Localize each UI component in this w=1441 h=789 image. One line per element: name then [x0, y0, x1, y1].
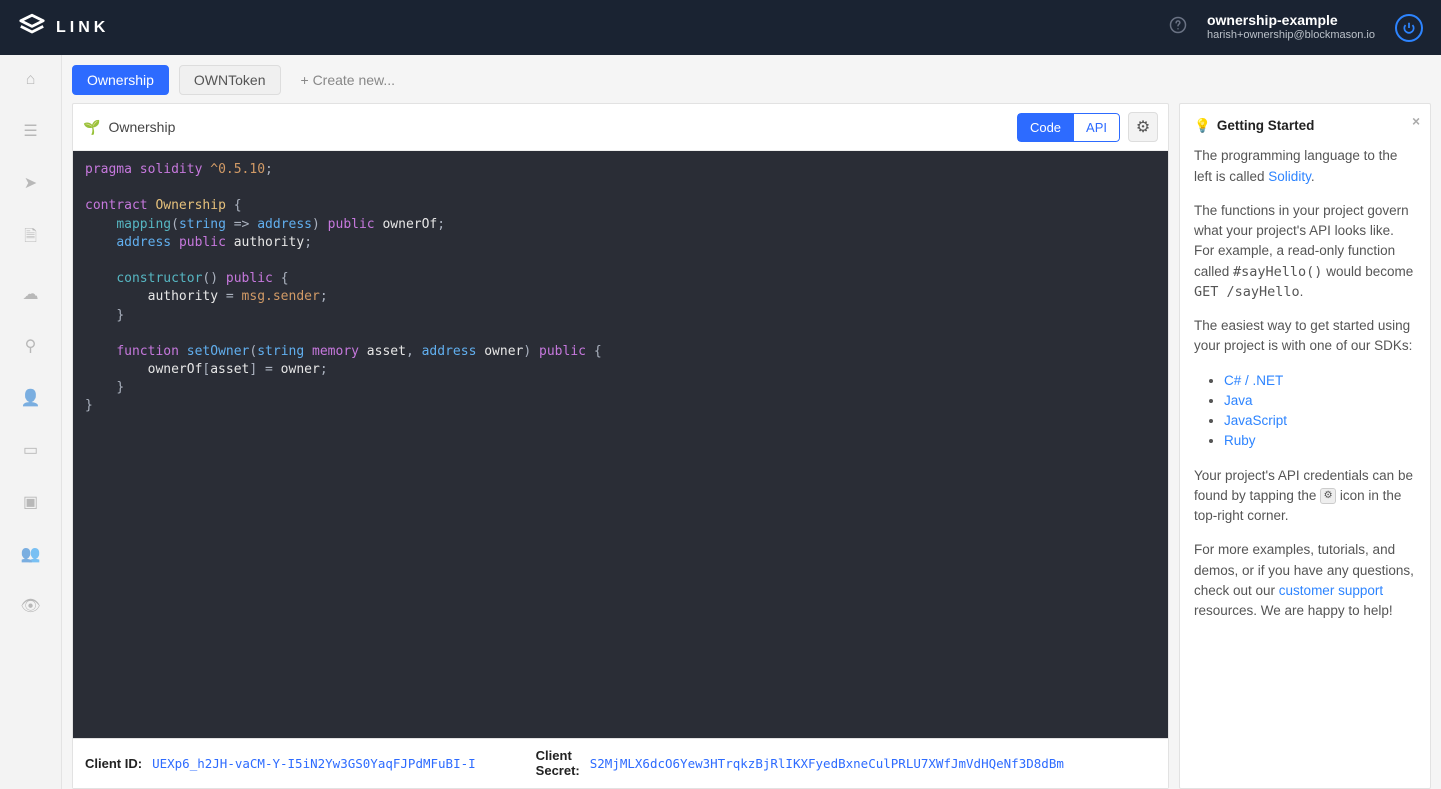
- user-icon[interactable]: 👤: [21, 388, 41, 408]
- gear-icon: ⚙: [1136, 117, 1150, 137]
- panel-title: Getting Started: [1217, 116, 1315, 136]
- gear-icon: ⚙: [1320, 488, 1336, 504]
- view-toggle: Code API: [1017, 113, 1120, 142]
- create-new-button[interactable]: + Create new...: [291, 66, 406, 94]
- client-id-value[interactable]: UEXp6_h2JH-vaCM-Y-I5iN2Yw3GS0YaqFJPdMFuB…: [152, 756, 476, 771]
- wallet-icon[interactable]: ▭: [23, 440, 38, 460]
- help-icon[interactable]: [1169, 16, 1187, 39]
- cloud-icon[interactable]: ☁: [23, 284, 39, 304]
- client-secret-label: Client Secret:: [536, 749, 580, 778]
- rocket-icon[interactable]: ➤: [24, 173, 37, 193]
- tab-owntoken[interactable]: OWNToken: [179, 65, 281, 95]
- sdk-link[interactable]: C# / .NET: [1224, 373, 1283, 388]
- credentials-bar: Client ID: UEXp6_h2JH-vaCM-Y-I5iN2Yw3GS0…: [73, 738, 1168, 788]
- project-tabs: Ownership OWNToken + Create new...: [72, 65, 1431, 103]
- sidebar-nav: ⌂ ☰ ➤ 🗎 ☁ ⚲ 👤 ▭ ▣ 👥 👁: [0, 55, 62, 789]
- editor-title: Ownership: [108, 119, 175, 135]
- stack-icon[interactable]: ☰: [23, 121, 37, 141]
- home-icon[interactable]: ⌂: [26, 71, 36, 89]
- client-secret-value[interactable]: S2MjMLX6dcO6Yew3HTrqkzBjRlIKXFyedBxneCul…: [590, 756, 1064, 771]
- account-email: harish+ownership@blockmason.io: [1207, 29, 1375, 43]
- users-icon[interactable]: 👥: [21, 544, 41, 564]
- sdk-list: C# / .NET Java JavaScript Ruby: [1224, 371, 1416, 452]
- link-logo-icon: [18, 11, 46, 44]
- code-view-button[interactable]: Code: [1017, 113, 1073, 142]
- card-icon[interactable]: ▣: [23, 492, 38, 512]
- tab-ownership[interactable]: Ownership: [72, 65, 169, 95]
- sdk-link[interactable]: Java: [1224, 393, 1253, 408]
- settings-button[interactable]: ⚙: [1128, 112, 1158, 142]
- plug-icon[interactable]: ⚲: [25, 336, 37, 356]
- app-header: LINK ownership-example harish+ownership@…: [0, 0, 1441, 55]
- sdk-link[interactable]: JavaScript: [1224, 413, 1287, 428]
- api-view-button[interactable]: API: [1073, 113, 1120, 142]
- code-editor[interactable]: pragma solidity ^0.5.10; contract Owners…: [73, 151, 1168, 738]
- project-icon: 🌱: [83, 119, 100, 136]
- brand: LINK: [18, 11, 109, 44]
- power-button[interactable]: [1395, 14, 1423, 42]
- sdk-link[interactable]: Ruby: [1224, 433, 1256, 448]
- brand-text: LINK: [56, 19, 109, 37]
- eye-icon[interactable]: 👁: [20, 596, 40, 616]
- editor-panel: 🌱 Ownership Code API ⚙ pragma solidity ^…: [72, 103, 1169, 789]
- lightbulb-icon: 💡: [1194, 116, 1211, 136]
- solidity-link[interactable]: Solidity: [1268, 169, 1311, 184]
- getting-started-panel: × 💡Getting Started The programming langu…: [1179, 103, 1431, 789]
- client-id-label: Client ID:: [85, 756, 142, 771]
- account-info[interactable]: ownership-example harish+ownership@block…: [1207, 12, 1375, 43]
- account-name: ownership-example: [1207, 12, 1375, 30]
- support-link[interactable]: customer support: [1279, 583, 1383, 598]
- archive-icon[interactable]: 🗎: [24, 225, 37, 252]
- close-icon[interactable]: ×: [1412, 112, 1420, 132]
